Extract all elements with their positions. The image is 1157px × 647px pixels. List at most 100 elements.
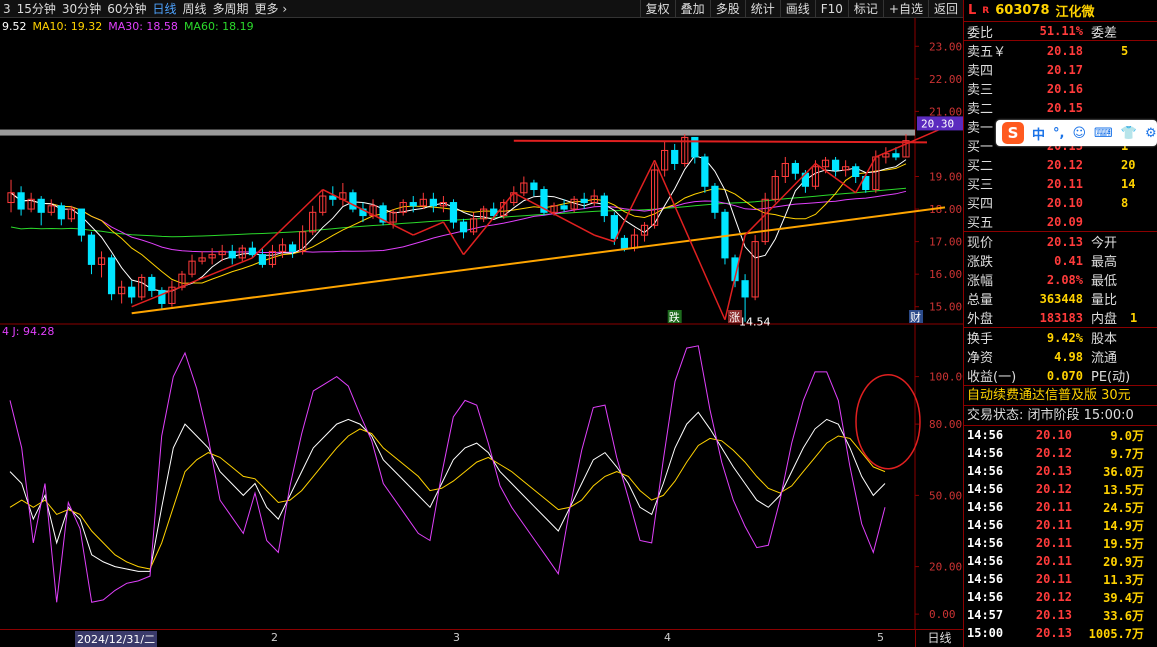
tick-row: 14:56 20.11 11.3万 [964, 570, 1157, 588]
date-label-first: 2024/12/31/二 [75, 631, 158, 647]
bid-price: 20.11 [1046, 176, 1083, 191]
tick-volume: 9.0万 [1110, 428, 1144, 443]
ime-emoji-icon[interactable]: ☺ [1072, 126, 1086, 141]
bid-row[interactable]: 买三 20.11 14 [964, 174, 1157, 194]
candle-body [791, 162, 799, 174]
toolbar-button[interactable]: 统计 [744, 0, 780, 18]
kdj-axis-label: 50.00 [929, 489, 962, 502]
event-tag-label: 涨 [729, 311, 740, 324]
stat-label: 换手 [967, 332, 994, 347]
weibi-row: 委比 51.11% 委差 [964, 22, 1157, 41]
tick-price: 20.11 [1035, 536, 1072, 550]
ask-row[interactable]: 卖二 20.15 [964, 98, 1157, 118]
candle-body [560, 205, 568, 210]
tick-volume: 33.6万 [1103, 608, 1144, 623]
weicha-label: 委差 [1091, 25, 1118, 41]
period-tab[interactable]: 多周期 [210, 0, 252, 18]
bid-volume: 20 [1121, 157, 1136, 172]
candle-body [37, 198, 45, 213]
tick-row: 14:56 20.11 24.5万 [964, 498, 1157, 516]
candle-body [580, 198, 588, 204]
stat-value: 363448 [1039, 291, 1083, 306]
candle-body [671, 149, 679, 164]
ask-label: 卖二 [967, 102, 994, 117]
toolbar-button[interactable]: F10 [814, 0, 848, 18]
ime-settings-icon[interactable]: ⚙ [1145, 126, 1157, 141]
stat-label: 涨跌 [967, 255, 994, 270]
stat-label-2: 内盘 [1091, 312, 1118, 327]
ask-row[interactable]: 卖三 20.16 [964, 79, 1157, 99]
bid-row[interactable]: 买四 20.10 8 [964, 193, 1157, 213]
candle-body [449, 202, 458, 223]
period-switch-button[interactable]: 日线 [915, 630, 963, 647]
ime-lang-toggle[interactable]: 中 [1032, 124, 1045, 143]
trend-arrow [744, 162, 817, 236]
candle-body [741, 280, 749, 298]
ask-price: 20.16 [1046, 81, 1083, 96]
stat-row: 收益(一) 0.070 PE(动) [964, 366, 1157, 386]
bid-row[interactable]: 买二 20.12 20 [964, 155, 1157, 175]
ime-keyboard-icon[interactable]: ⌨ [1094, 126, 1113, 141]
period-tab[interactable]: 日线 [149, 0, 179, 18]
period-tab[interactable]: 60分钟 [104, 0, 149, 18]
tick-time: 14:56 [967, 518, 1004, 532]
candle-body [128, 286, 136, 298]
tick-volume: 13.5万 [1103, 482, 1144, 497]
resistance-line [513, 139, 928, 144]
candle-body [87, 234, 96, 265]
bid-row[interactable]: 买五 20.09 [964, 212, 1157, 232]
toolbar-button[interactable]: 复权 [639, 0, 675, 18]
bid-list: 买一20.131买二20.1220买三20.1114买四20.108买五20.0… [964, 136, 1157, 232]
toolbar-button[interactable]: 叠加 [674, 0, 710, 18]
tick-time: 15:00 [967, 626, 1004, 640]
candle-body [57, 205, 65, 220]
low-price-label: 14.54 [739, 316, 771, 329]
tick-volume: 39.4万 [1103, 590, 1144, 605]
sogou-logo-icon[interactable]: S [1002, 122, 1024, 144]
stat-row: 涨跌 0.41 最高 [964, 251, 1157, 271]
stat-row: 净资 4.98 流通 [964, 347, 1157, 367]
ad-banner[interactable]: 自动续费通达信普及版 30元 [964, 386, 1157, 406]
toolbar-button[interactable]: +自选 [882, 0, 928, 18]
stat-label-2: 量比 [1091, 293, 1118, 308]
stat-row: 现价 20.13 今开 [964, 232, 1157, 252]
resistance-band [0, 129, 915, 136]
toolbar-button[interactable]: 多股 [709, 0, 745, 18]
period-tab[interactable]: 更多 › [252, 0, 291, 18]
toolbar-button[interactable]: 返回 [927, 0, 963, 18]
ask-row[interactable]: 卖四 20.17 [964, 60, 1157, 80]
tick-time: 14:56 [967, 572, 1004, 586]
tool-menu: 复权 叠加 多股 统计 画线 F10 标记 +自选 返回 [639, 0, 963, 18]
ime-toolbar[interactable]: S 中 °, ☺ ⌨ 👕 ⚙ [996, 120, 1157, 146]
ask-row[interactable]: 卖五￥ 20.18 5 [964, 41, 1157, 61]
support-trendline [131, 206, 946, 315]
stat-value: 4.98 [1054, 349, 1083, 364]
ime-skin-icon[interactable]: 👕 [1121, 126, 1137, 141]
stock-header: L R 603078 江化微 [964, 0, 1157, 22]
tick-price: 20.13 [1035, 626, 1072, 640]
ime-punct-toggle[interactable]: °, [1053, 126, 1064, 141]
stat-value: 9.42% [1046, 330, 1083, 345]
bid-label: 买四 [967, 197, 994, 212]
stat-label: 净资 [967, 351, 994, 366]
stat-row: 涨幅 2.08% 最低 [964, 270, 1157, 290]
tick-price: 20.12 [1035, 482, 1072, 496]
date-label: 4 [664, 631, 671, 644]
tick-row: 15:00 20.13 1005.7万 [964, 624, 1157, 642]
candle-body [248, 247, 256, 256]
period-tab[interactable]: 15分钟 [14, 0, 59, 18]
period-tab[interactable]: 3 [0, 0, 14, 18]
tick-list[interactable]: 14:56 20.10 9.0万 14:56 20.12 9.7万 14:56 20.13 36… [964, 426, 1157, 642]
period-tab[interactable]: 周线 [180, 0, 210, 18]
stat-value: 2.08% [1046, 272, 1083, 287]
candle-body [852, 166, 860, 178]
toolbar-button[interactable]: 画线 [779, 0, 815, 18]
candle-body [258, 254, 267, 265]
candle-body [107, 257, 116, 295]
quote-panel: L R 603078 江化微 委比 51.11% 委差 卖五￥ 20.18 5 卖四 2… [963, 0, 1157, 647]
toolbar-button[interactable]: 标记 [847, 0, 883, 18]
period-tab[interactable]: 30分钟 [59, 0, 104, 18]
price-axis-label: 22.00 [929, 73, 962, 86]
chart-area[interactable]: 23.0022.0021.0019.0018.0017.0016.0015.00… [0, 18, 963, 629]
candle-body [600, 195, 608, 217]
